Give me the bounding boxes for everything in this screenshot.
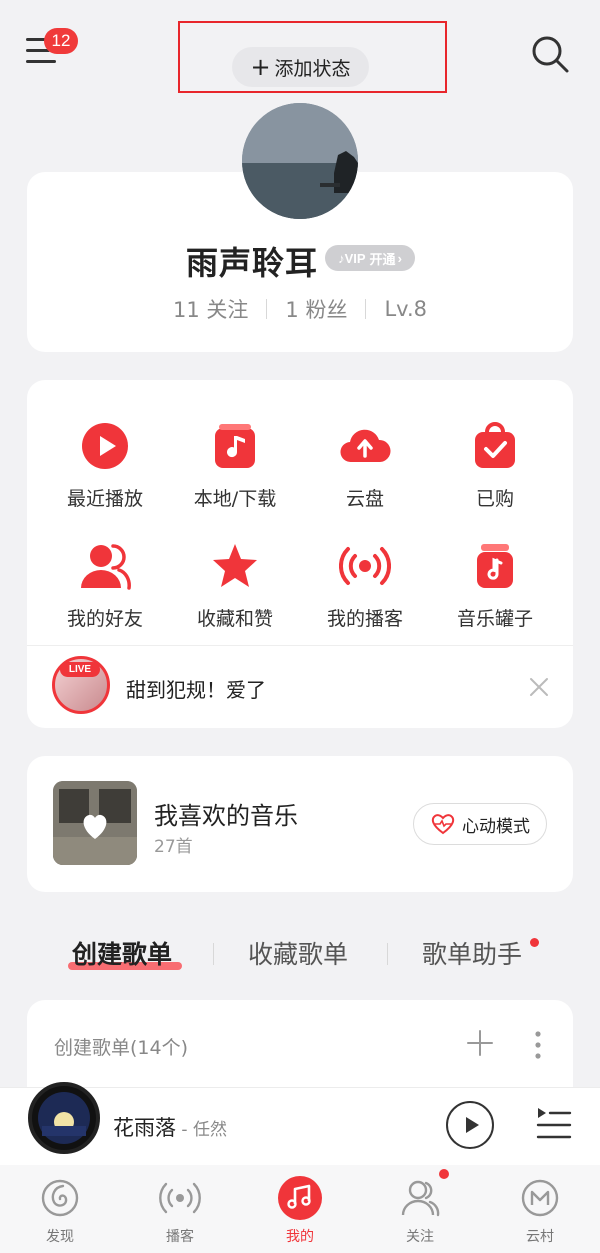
grid-item-my-podcast[interactable]: 我的播客: [300, 540, 430, 650]
play-circle-icon: [79, 420, 131, 472]
grid-item-cloud-disk[interactable]: 云盘: [300, 420, 430, 530]
search-button[interactable]: [530, 34, 570, 74]
discover-icon: [38, 1176, 82, 1220]
podcast-icon: [339, 540, 391, 592]
nav-podcast[interactable]: 播客: [120, 1176, 240, 1246]
nav-follow[interactable]: 关注: [360, 1176, 480, 1246]
divider: [213, 943, 214, 965]
profile-stats: 11 关注 1 粉丝 Lv.8: [27, 294, 573, 324]
grid-item-music-jar[interactable]: 音乐罐子: [430, 540, 560, 650]
liked-music-cover[interactable]: [53, 781, 137, 865]
tab-collected-playlists[interactable]: 收藏歌单: [248, 935, 348, 971]
divider: [266, 299, 268, 319]
star-icon: [209, 540, 261, 592]
nav-label: 关注: [406, 1229, 434, 1245]
grid-item-label: 本地/下载: [193, 488, 277, 510]
grid-item-label: 云盘: [345, 488, 384, 510]
add-status-button[interactable]: + 添加状态: [232, 47, 369, 87]
cloud-upload-icon: [339, 420, 391, 472]
grid-item-label: 我的播客: [326, 608, 403, 630]
live-text[interactable]: 甜到犯规！爱了: [126, 674, 266, 703]
followers-count[interactable]: 1 粉丝: [285, 294, 347, 324]
podcast-icon: [158, 1176, 202, 1220]
notification-badge: 12: [44, 28, 78, 54]
playlist-queue-button[interactable]: [536, 1106, 572, 1140]
username: 雨声聆耳: [186, 244, 319, 282]
plus-icon: [467, 1030, 493, 1056]
nav-discover[interactable]: 发现: [0, 1176, 120, 1246]
created-playlists-title: 创建歌单(14个): [54, 1037, 189, 1059]
nav-label: 云村: [526, 1229, 554, 1245]
grid-item-purchased[interactable]: 已购: [430, 420, 560, 530]
tab-created-playlists[interactable]: 创建歌单: [72, 935, 172, 971]
menu-button[interactable]: 12: [26, 28, 78, 66]
friends-icon: [79, 540, 131, 592]
grid-item-friends[interactable]: 我的好友: [40, 540, 170, 650]
grid-item-favorites[interactable]: 收藏和赞: [170, 540, 300, 650]
chevron-right-icon: ›: [397, 250, 402, 266]
nav-cloud-village[interactable]: 云村: [480, 1176, 600, 1246]
liked-music-title: 我喜欢的音乐: [154, 802, 298, 830]
nav-label: 我的: [286, 1229, 314, 1245]
grid-item-local-download[interactable]: 本地/下载: [170, 420, 300, 530]
following-count[interactable]: 11 关注: [173, 294, 248, 324]
song-artist: - 任然: [176, 1120, 227, 1140]
divider: [365, 299, 367, 319]
now-playing-cover[interactable]: [28, 1082, 100, 1154]
notification-dot: [530, 938, 539, 947]
notification-dot: [439, 1169, 449, 1179]
level-label[interactable]: Lv.8: [384, 297, 427, 321]
song-title: 花雨落: [113, 1116, 176, 1140]
music-note-icon: [209, 420, 261, 472]
grid-item-label: 最近播放: [66, 488, 143, 510]
plus-icon: +: [250, 53, 271, 81]
divider: [387, 943, 388, 965]
now-playing-info[interactable]: 花雨落 - 任然: [113, 1112, 227, 1142]
cloud-village-icon: [518, 1176, 562, 1220]
music-jar-icon: [469, 540, 521, 592]
grid-item-label: 收藏和赞: [196, 608, 273, 630]
add-playlist-button[interactable]: [465, 1028, 495, 1058]
avatar[interactable]: [242, 103, 358, 219]
nav-mine[interactable]: 我的: [240, 1176, 360, 1246]
liked-music-count: 27首: [154, 837, 193, 857]
divider: [27, 645, 573, 646]
play-icon: [466, 1117, 479, 1133]
nav-label: 发现: [46, 1229, 74, 1245]
vip-icon: ♪VIP: [338, 250, 366, 266]
playlist-queue-icon: [536, 1108, 572, 1139]
grid-item-label: 已购: [475, 488, 514, 510]
vip-open-label: 开通: [369, 251, 396, 267]
close-icon: [530, 678, 548, 696]
tab-playlist-assistant[interactable]: 歌单助手: [422, 935, 522, 971]
more-vertical-icon: [535, 1031, 541, 1059]
play-button[interactable]: [446, 1101, 494, 1149]
music-icon: [278, 1176, 322, 1220]
heart-mode-button[interactable]: 心动模式: [413, 803, 547, 845]
grid-item-label: 我的好友: [66, 608, 143, 630]
grid-item-label: 音乐罐子: [456, 608, 533, 630]
live-badge: LIVE: [60, 662, 100, 677]
search-icon: [532, 36, 569, 73]
shopping-bag-check-icon: [469, 420, 521, 472]
nav-label: 播客: [166, 1229, 194, 1245]
follow-icon: [398, 1176, 442, 1220]
heart-pulse-icon: [431, 814, 455, 835]
grid-item-recent-play[interactable]: 最近播放: [40, 420, 170, 530]
heart-mode-label: 心动模式: [462, 816, 530, 837]
more-options-button[interactable]: [528, 1030, 548, 1060]
close-button[interactable]: [528, 676, 550, 698]
add-status-label: 添加状态: [274, 57, 351, 80]
vip-badge[interactable]: ♪VIP 开通 ›: [325, 245, 415, 271]
